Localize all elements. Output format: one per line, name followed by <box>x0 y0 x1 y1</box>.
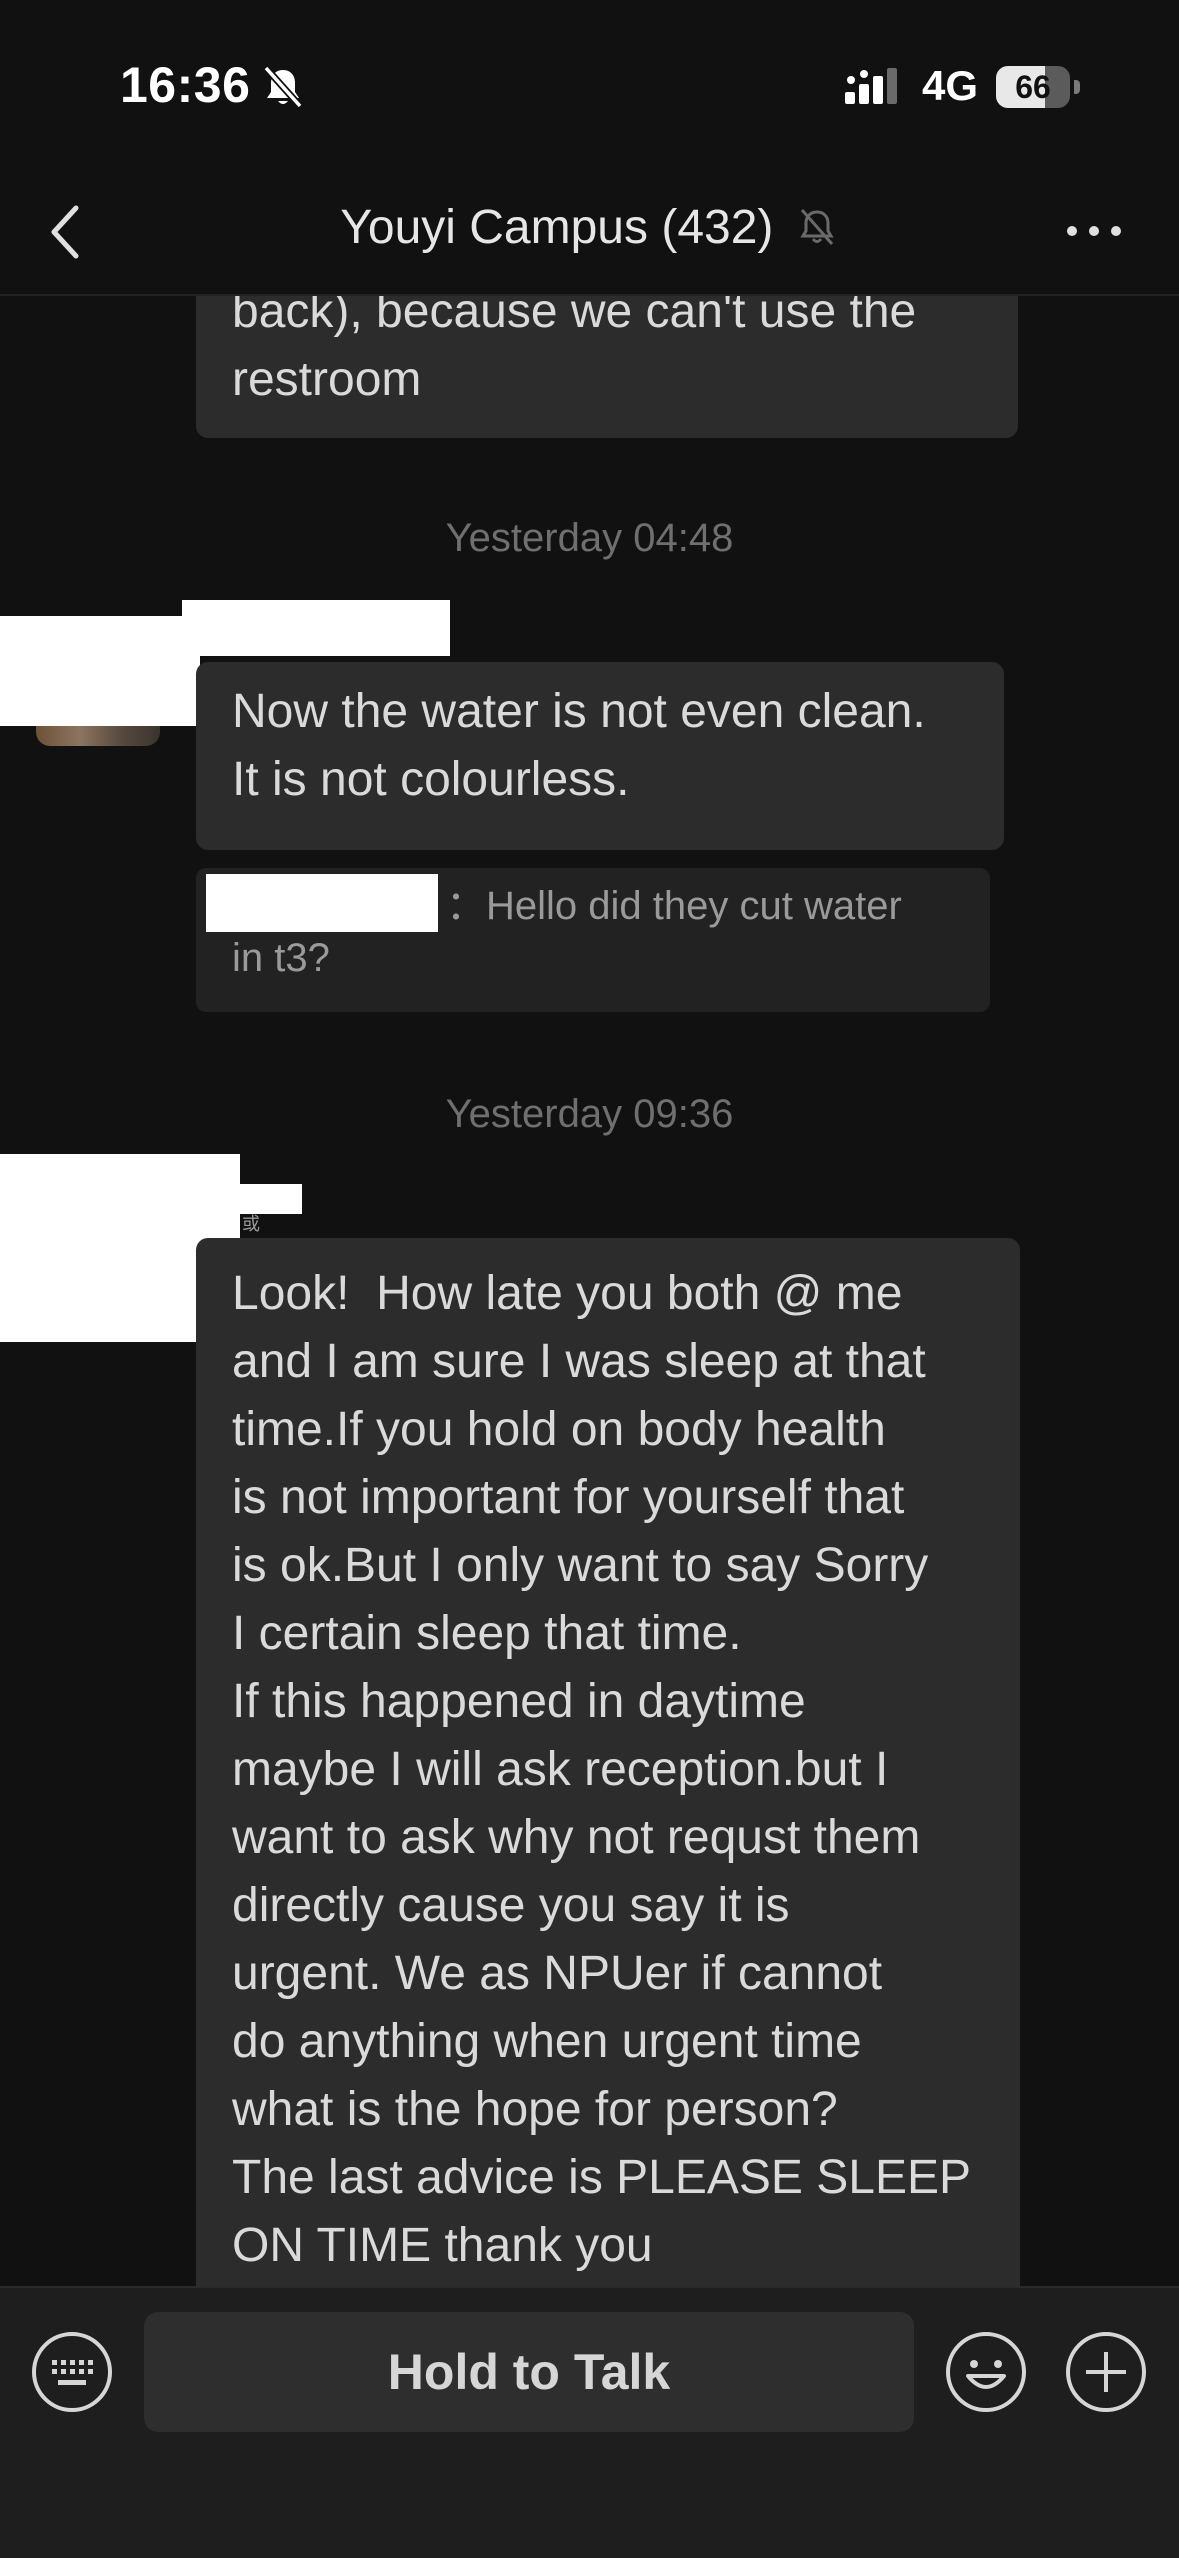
hold-to-talk-button[interactable]: Hold to Talk <box>144 2312 914 2432</box>
quote-line-2: in t3? <box>232 936 330 980</box>
smiley-icon[interactable] <box>944 2330 1028 2414</box>
redacted-avatar <box>0 616 200 726</box>
status-time: 16:36 <box>120 57 251 113</box>
redacted-quote-author <box>206 874 438 932</box>
message-text: back), because we can't use the restroom <box>232 296 917 406</box>
cellular-signal-icon <box>845 68 897 104</box>
redacted-sender-name <box>182 600 450 656</box>
chat-messages[interactable]: back), because we can't use the restroom… <box>0 296 1179 2286</box>
message-timestamp: Yesterday 04:48 <box>445 516 734 560</box>
bell-slash-icon <box>800 209 834 245</box>
battery-level: 66 <box>1015 69 1051 105</box>
sender-name-fragment: 或 <box>242 1214 260 1234</box>
message-text: Look! How late you both @ me and I am su… <box>232 1267 972 2272</box>
nav-bar: Youyi Campus (432) <box>0 170 1179 296</box>
battery-indicator: 66 <box>996 66 1082 108</box>
message-bubble[interactable]: Now the water is not even clean. It is n… <box>196 662 1004 850</box>
message-text: Now the water is not even clean. It is n… <box>232 685 926 806</box>
keyboard-icon[interactable] <box>30 2330 114 2414</box>
chat-title-text: Youyi Campus (432) <box>340 201 774 254</box>
quote-separator: ： <box>446 884 486 928</box>
network-type: 4G <box>922 62 979 109</box>
bell-slash-icon <box>263 65 303 109</box>
chat-title: Youyi Campus (432) <box>0 200 1179 255</box>
plus-circle-icon[interactable] <box>1064 2330 1148 2414</box>
message-bubble[interactable]: back), because we can't use the restroom <box>196 296 1018 438</box>
status-bar: 16:36 4G 66 <box>0 0 1179 170</box>
input-bar: Hold to Talk <box>0 2286 1179 2558</box>
ellipsis-icon[interactable] <box>1064 216 1124 246</box>
message-bubble[interactable]: Look! How late you both @ me and I am su… <box>196 1238 1020 2286</box>
message-timestamp: Yesterday 09:36 <box>445 1092 734 1136</box>
quote-line-1: Hello did they cut water <box>486 884 902 928</box>
